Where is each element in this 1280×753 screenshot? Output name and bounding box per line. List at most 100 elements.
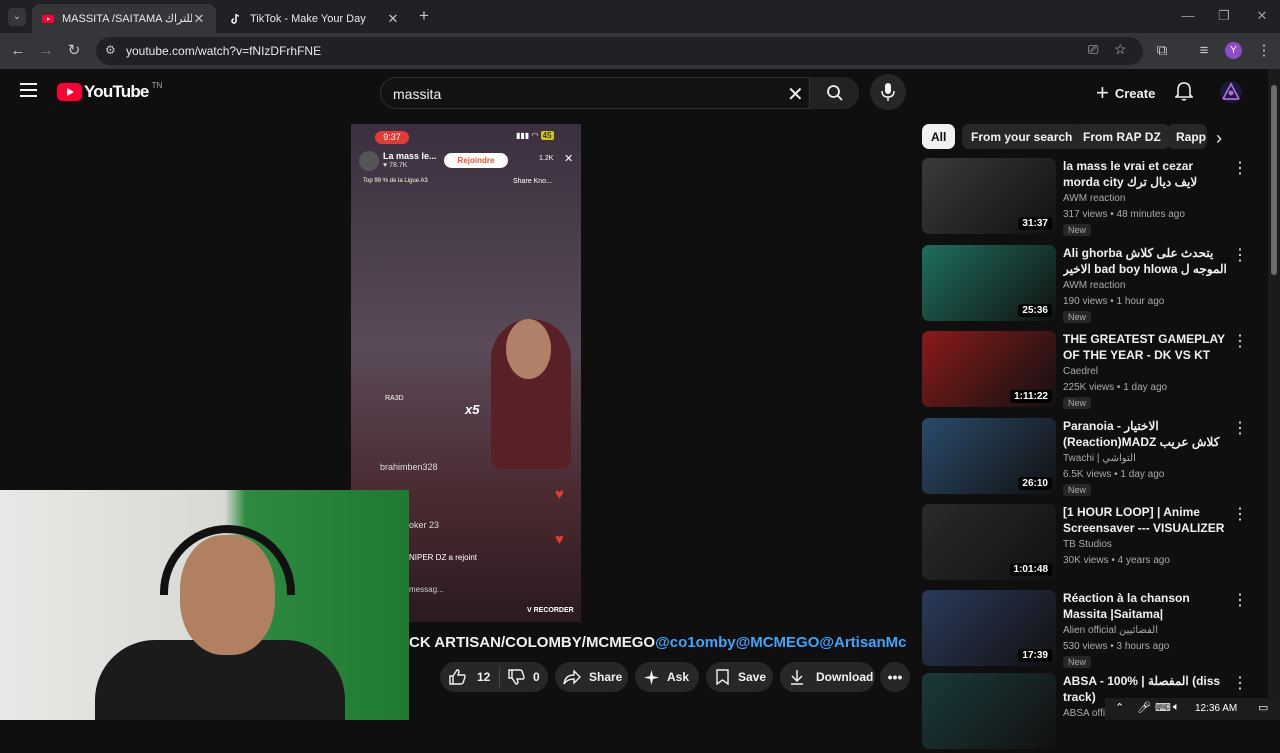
view-meta: 6.5K views • 1 day ago — [1063, 469, 1165, 480]
channel-name[interactable]: Caedrel — [1063, 366, 1098, 377]
recommendation-item[interactable]: 31:37 la mass le vrai et cezar morda city… — [922, 158, 1252, 238]
new-tab-icon[interactable]: + — [416, 6, 432, 26]
video-title: CK ARTISAN/COLOMBY/MCMEGO@co1omby@MCMEGO… — [409, 634, 907, 651]
browser-menu-icon[interactable]: ⋮ — [1254, 41, 1274, 61]
channel-name[interactable]: AWM reaction — [1063, 193, 1125, 204]
more-actions-button[interactable]: ••• — [880, 662, 910, 692]
recommendation-title[interactable]: [1 HOUR LOOP] | Anime Screensaver --- VI… — [1063, 504, 1233, 536]
comment-user: RA3D — [385, 395, 404, 402]
chip-from-your-search[interactable]: From your search — [962, 124, 1082, 149]
recommendation-item[interactable]: 17:39 Réaction à la chanson Massita |Sait… — [922, 590, 1252, 670]
tray-chevron-icon[interactable]: ⌃ — [1115, 701, 1124, 714]
comment-user: oker 23 — [409, 520, 440, 530]
recommendation-item[interactable]: 26:10 Paranoia - الاختيار (Reaction)MADZ … — [922, 418, 1252, 498]
tab-search-button[interactable]: ⌄ — [8, 8, 26, 26]
recommendation-title[interactable]: la mass le vrai et cezar morda city لايف… — [1063, 158, 1233, 190]
account-avatar[interactable] — [1220, 81, 1242, 103]
close-tab-icon[interactable]: ✕ — [192, 11, 206, 27]
network-icon[interactable]: ⌨ — [1155, 701, 1171, 714]
recommendation-title[interactable]: Ali ghorba يتحدث على كلاش الاخير bad boy… — [1063, 245, 1233, 277]
bookmark-icon — [716, 669, 729, 685]
chip-from-rap-dz[interactable]: From RAP DZ — [1074, 124, 1170, 149]
notifications-bell-icon[interactable] — [1174, 81, 1194, 106]
ask-label: Ask — [667, 670, 690, 684]
more-vertical-icon[interactable]: ⋮ — [1232, 504, 1248, 524]
video-title-tags[interactable]: @co1omby@MCMEGO@ArtisanMc — [655, 634, 906, 651]
close-window-icon[interactable]: ✕ — [1252, 8, 1272, 24]
more-vertical-icon[interactable]: ⋮ — [1232, 331, 1248, 351]
bookmark-star-icon[interactable]: ☆ — [1114, 41, 1127, 58]
video-thumbnail[interactable]: 1:01:48 — [922, 504, 1056, 580]
extensions-icon[interactable]: ⧉ — [1152, 41, 1172, 61]
voice-search-button[interactable] — [870, 74, 906, 110]
dislike-button[interactable]: 0 — [500, 669, 540, 685]
address-bar[interactable]: ⚙ youtube.com/watch?v=fNIzDFrhFNE ⎚ ☆ — [96, 37, 1143, 65]
chip-all[interactable]: All — [922, 124, 956, 149]
video-thumbnail[interactable] — [922, 673, 1056, 749]
recommendation-item[interactable]: 25:36 Ali ghorba يتحدث على كلاش الاخير ba… — [922, 245, 1252, 325]
menu-icon[interactable] — [20, 83, 37, 97]
site-info-icon[interactable]: ⚙ — [105, 43, 116, 57]
more-vertical-icon[interactable]: ⋮ — [1232, 158, 1248, 178]
search-input[interactable]: massita — [393, 86, 441, 102]
thumbs-down-icon — [508, 669, 525, 685]
clear-search-icon[interactable]: ✕ — [787, 82, 804, 107]
microphone-tray-icon[interactable]: 🎤︎ — [1137, 701, 1151, 714]
search-button[interactable] — [809, 77, 859, 109]
page-scrollbar[interactable] — [1268, 69, 1280, 698]
tab-tiktok[interactable]: TikTok - Make Your Day ✕ — [220, 4, 410, 33]
back-icon[interactable]: ← — [8, 41, 28, 61]
minimize-icon[interactable]: — — [1178, 8, 1198, 23]
volume-icon[interactable]: 🔈︎ — [1173, 701, 1180, 714]
recommendation-title[interactable]: THE GREATEST GAMEPLAY OF THE YEAR - DK V… — [1063, 331, 1233, 363]
more-vertical-icon[interactable]: ⋮ — [1232, 673, 1248, 693]
download-button[interactable]: Download — [780, 662, 875, 692]
recommendation-title[interactable]: Réaction à la chanson Massita |Saitama| — [1063, 590, 1233, 622]
close-tab-icon[interactable]: ✕ — [386, 11, 400, 27]
search-icon — [827, 85, 843, 101]
recommendation-item[interactable]: 1:11:22 THE GREATEST GAMEPLAY OF THE YEAR… — [922, 331, 1252, 411]
youtube-logo[interactable]: YouTube TN — [57, 81, 162, 103]
recommendation-item[interactable]: 1:01:48 [1 HOUR LOOP] | Anime Screensaver… — [922, 504, 1252, 584]
youtube-favicon-icon — [42, 14, 54, 23]
channel-name[interactable]: AWM reaction — [1063, 280, 1125, 291]
more-vertical-icon[interactable]: ⋮ — [1232, 245, 1248, 265]
clock[interactable]: 12:36 AM — [1195, 703, 1237, 714]
video-thumbnail[interactable]: 1:11:22 — [922, 331, 1056, 407]
ask-button[interactable]: Ask — [635, 662, 699, 692]
comment-user: brahimben328 — [380, 462, 438, 472]
restore-icon[interactable]: ❐ — [1214, 8, 1234, 24]
like-dislike-group: 12 0 — [440, 662, 548, 692]
channel-name[interactable]: Alien official الفضائيين — [1063, 625, 1158, 636]
join-button: Rejoindre — [444, 153, 508, 168]
create-button[interactable]: + Create — [1086, 75, 1165, 111]
video-thumbnail[interactable]: 17:39 — [922, 590, 1056, 666]
tab-youtube[interactable]: MASSITA /SAITAMA الفصل للتراك ✕ — [32, 4, 216, 33]
profile-avatar[interactable]: Y — [1225, 42, 1242, 59]
scrollbar-thumb[interactable] — [1271, 85, 1277, 275]
recommendation-title[interactable]: Paranoia - الاختيار (Reaction)MADZ كلاش … — [1063, 418, 1233, 450]
video-thumbnail[interactable]: 26:10 — [922, 418, 1056, 494]
more-vertical-icon[interactable]: ⋮ — [1232, 590, 1248, 610]
channel-name[interactable]: Twachi | التواشي — [1063, 453, 1136, 464]
search-box[interactable]: massita ✕ — [380, 77, 859, 109]
stream-title: La mass le... — [383, 151, 437, 161]
media-controls-icon[interactable]: ≡ — [1194, 41, 1214, 61]
join-notice: NIPER DZ a rejoint — [409, 553, 478, 562]
chip-rapp[interactable]: Rapp — [1167, 124, 1207, 149]
forward-icon[interactable]: → — [36, 41, 56, 61]
share-button[interactable]: Share — [555, 662, 628, 692]
video-thumbnail[interactable]: 31:37 — [922, 158, 1056, 234]
channel-name[interactable]: TB Studios — [1063, 539, 1112, 550]
gift-count: 1.2K — [539, 155, 554, 162]
save-button[interactable]: Save — [706, 662, 773, 692]
view-meta: 530 views • 3 hours ago — [1063, 641, 1170, 652]
chips-next-chevron-icon[interactable]: › — [1216, 128, 1222, 149]
install-app-icon[interactable]: ⎚ — [1088, 42, 1098, 58]
like-button[interactable]: 12 — [440, 667, 500, 687]
video-thumbnail[interactable]: 25:36 — [922, 245, 1056, 321]
more-vertical-icon[interactable]: ⋮ — [1232, 418, 1248, 438]
streamer-avatar — [359, 151, 379, 171]
notification-icon[interactable]: ▭ — [1258, 701, 1268, 714]
reload-icon[interactable]: ↻ — [64, 41, 84, 61]
